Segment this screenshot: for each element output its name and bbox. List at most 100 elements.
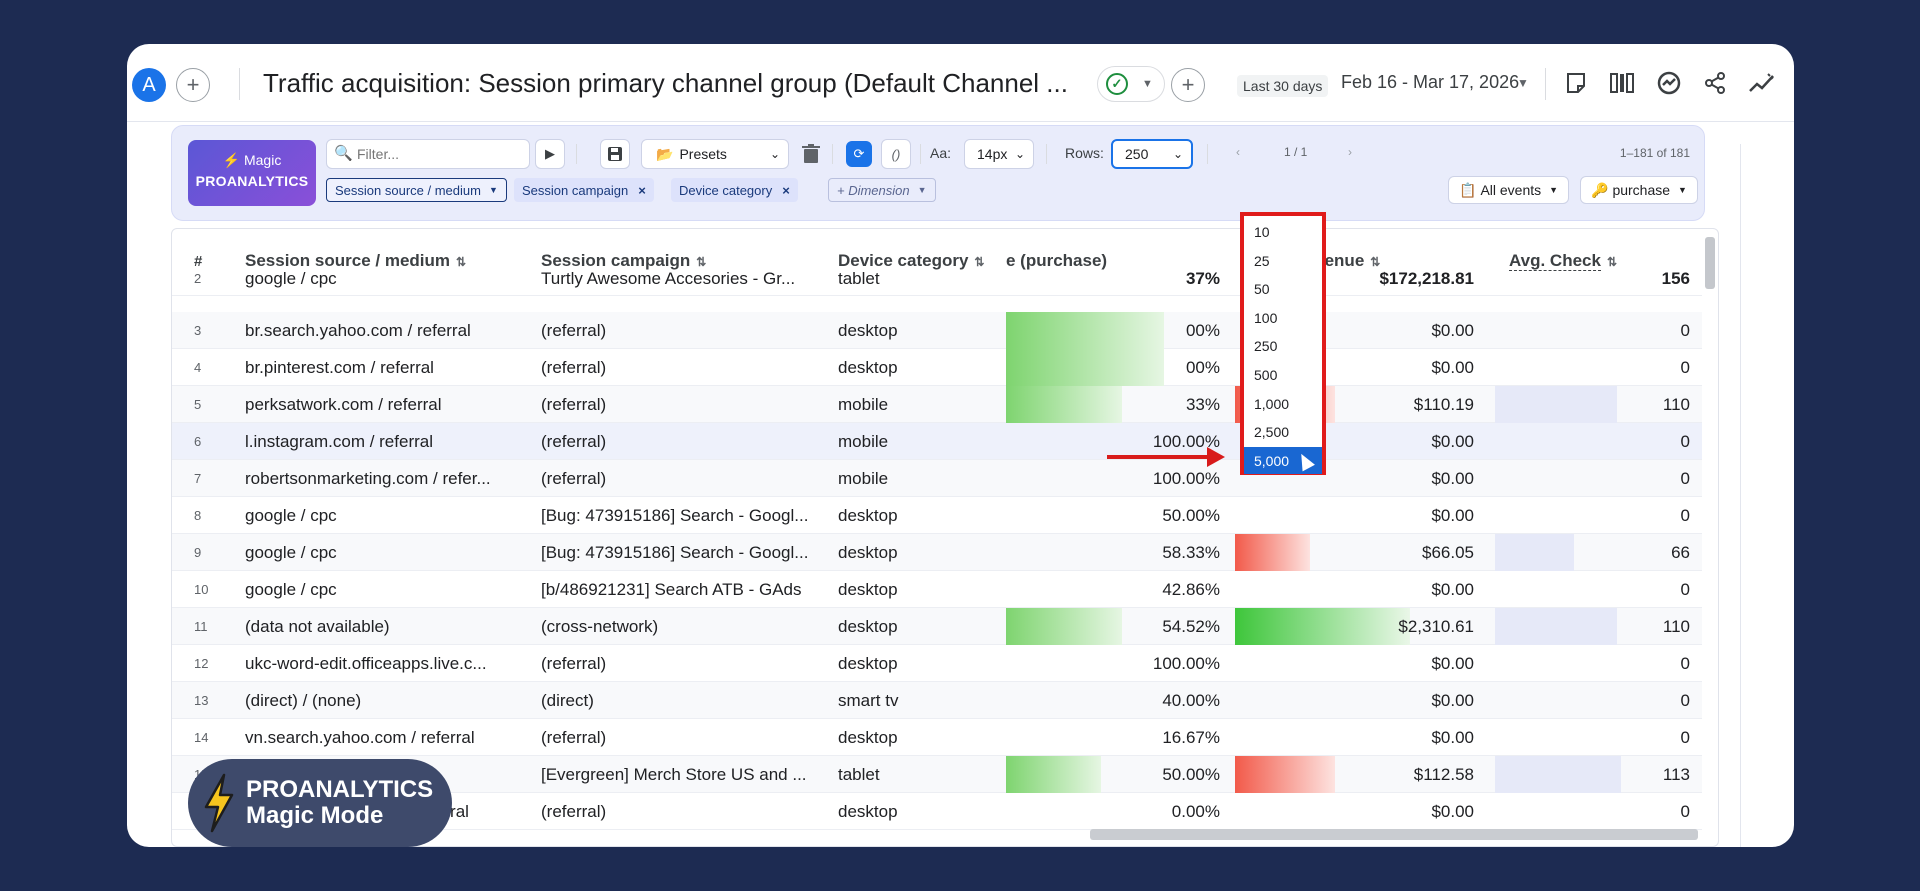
dimension-chip-campaign[interactable]: Session campaign × <box>514 178 654 202</box>
close-icon[interactable]: × <box>782 183 790 198</box>
rows-per-page-select[interactable]: 250 ⌄ <box>1111 139 1193 169</box>
cell-campaign: (referral) <box>541 395 607 414</box>
cell-device: desktop <box>838 506 898 525</box>
dimension-chip-source[interactable]: Session source / medium ▼ <box>326 178 507 202</box>
presets-label: Presets <box>679 146 727 162</box>
cell-avg-check: 110 <box>1662 395 1690 414</box>
rows-option[interactable]: 50 <box>1244 275 1322 302</box>
table-row[interactable]: 14 vn.search.yahoo.com / referral (referra… <box>172 719 1702 756</box>
cell-device: desktop <box>838 321 898 340</box>
table-row[interactable]: 10 google / cpc [b/486921231] Search ATB -… <box>172 571 1702 608</box>
insights-icon[interactable] <box>1654 68 1684 98</box>
data-table: # Session source / medium ⇅ Session campa… <box>171 228 1719 847</box>
cell-device: tablet <box>838 765 880 784</box>
cell-revenue: $112.58 <box>1413 765 1474 784</box>
rows-option[interactable]: 100 <box>1244 304 1322 331</box>
events-select[interactable]: 📋 All events ▼ <box>1448 176 1570 204</box>
close-icon[interactable]: × <box>638 183 646 198</box>
table-row[interactable]: 7 robertsonmarketing.com / refer... (refer… <box>172 460 1702 497</box>
presets-select[interactable]: 📂 Presets ⌄ <box>641 139 789 169</box>
cell-source: br.pinterest.com / referral <box>245 358 434 377</box>
cell-avg-check: 0 <box>1680 358 1690 377</box>
toolbar-divider <box>920 144 921 164</box>
cell-avg-check: 110 <box>1662 617 1690 636</box>
avg-check-bar <box>1495 534 1574 571</box>
row-index: 14 <box>194 730 209 745</box>
table-row[interactable]: 8 google / cpc [Bug: 473915186] Search - G… <box>172 497 1702 534</box>
compare-icon[interactable] <box>1607 68 1637 98</box>
table-row[interactable]: 12 ukc-word-edit.officeapps.live.c... (ref… <box>172 645 1702 682</box>
chevron-down-icon: ▼ <box>1142 78 1153 90</box>
rows-option[interactable]: 250 <box>1244 332 1322 359</box>
cell-campaign: (referral) <box>541 802 607 821</box>
table-row[interactable]: 9 google / cpc [Bug: 473915186] Search - G… <box>172 534 1702 571</box>
add-report-button[interactable]: + <box>176 68 210 102</box>
date-range-picker[interactable]: Feb 16 - Mar 17, 2026 <box>1341 72 1519 93</box>
row-index: 10 <box>194 582 209 597</box>
cell-source: robertsonmarketing.com / refer... <box>245 469 491 488</box>
save-icon[interactable] <box>600 139 630 169</box>
chevron-down-icon: ▼ <box>917 185 927 195</box>
trend-icon[interactable] <box>1747 68 1777 98</box>
table-row[interactable]: 3 br.search.yahoo.com / referral (referral… <box>172 312 1702 349</box>
cell-conversion-rate: 58.33% <box>1162 543 1220 562</box>
cell-conversion-rate: 50.00% <box>1162 506 1220 525</box>
cell-source: l.instagram.com / referral <box>245 432 433 451</box>
user-avatar[interactable]: A <box>132 68 166 102</box>
chevron-down-icon[interactable]: ▼ <box>1517 76 1529 90</box>
table-row[interactable]: 2 google / cpc Turtly Awesome Accesories -… <box>172 267 1702 296</box>
cell-campaign: (referral) <box>541 358 607 377</box>
cell-avg-check: 0 <box>1680 802 1690 821</box>
rows-option[interactable]: 1,000 <box>1244 390 1322 417</box>
regex-icon[interactable]: () <box>881 139 911 169</box>
cell-source: google / cpc <box>245 543 337 562</box>
badge-line-2: Magic Mode <box>246 802 384 829</box>
share-icon[interactable] <box>1700 68 1730 98</box>
horizontal-scrollbar[interactable] <box>1090 829 1698 840</box>
cell-conversion-rate: 0.00% <box>1171 802 1220 821</box>
cell-campaign: [Bug: 473915186] Search - Googl... <box>541 506 809 525</box>
report-status-dropdown[interactable]: ✓ ▼ <box>1097 66 1165 102</box>
cell-source: (data not available) <box>245 617 390 636</box>
cell-revenue: $0.00 <box>1431 654 1474 673</box>
cell-campaign: [b/486921231] Search ATB - GAds <box>541 580 802 599</box>
font-size-select[interactable]: 14px ⌄ <box>964 139 1034 169</box>
proanalytics-logo[interactable]: ⚡ Magic PROANALYTICS <box>188 140 316 206</box>
cell-source: ukc-word-edit.officeapps.live.c... <box>245 654 487 673</box>
toolbar-divider <box>1207 144 1208 164</box>
row-index: 2 <box>194 271 202 286</box>
chevron-down-icon: ▼ <box>488 185 498 195</box>
cell-conversion-rate: 100.00% <box>1152 432 1220 451</box>
vertical-scrollbar[interactable] <box>1705 237 1715 289</box>
cell-conversion-rate: 54.52% <box>1162 617 1220 636</box>
rows-option[interactable]: 10 <box>1244 218 1322 245</box>
play-button[interactable]: ▶ <box>535 139 565 169</box>
refresh-icon[interactable]: ⟳ <box>846 141 872 167</box>
cell-device: mobile <box>838 432 889 451</box>
table-row[interactable]: 11 (data not available) (cross-network) des… <box>172 608 1702 645</box>
key-icon: 🔑 <box>1591 181 1609 198</box>
add-dimension-button[interactable]: + Dimension ▼ <box>828 178 936 202</box>
rows-option[interactable]: 25 <box>1244 247 1322 274</box>
rows-option[interactable]: 500 <box>1244 361 1322 388</box>
notes-icon[interactable] <box>1561 68 1591 98</box>
cell-avg-check: 0 <box>1680 321 1690 340</box>
table-row[interactable]: 5 perksatwork.com / referral (referral) mob… <box>172 386 1702 423</box>
rows-option[interactable]: 2,500 <box>1244 418 1322 445</box>
table-row[interactable]: 6 l.instagram.com / referral (referral) mob… <box>172 423 1702 460</box>
conversion-event-select[interactable]: 🔑 purchase ▼ <box>1580 176 1698 204</box>
cell-source: vn.search.yahoo.com / referral <box>245 728 475 747</box>
table-row[interactable]: 4 br.pinterest.com / referral (referral) de… <box>172 349 1702 386</box>
table-row[interactable]: 13 (direct) / (none) (direct) smart tv 40.00… <box>172 682 1702 719</box>
filter-input[interactable] <box>326 139 530 169</box>
trash-icon[interactable] <box>796 139 826 169</box>
cell-revenue: $0.00 <box>1431 580 1474 599</box>
next-page-button[interactable]: › <box>1348 145 1352 159</box>
lightning-bolt-icon <box>204 773 234 833</box>
add-comparison-button[interactable]: + <box>1171 68 1205 102</box>
prev-page-button[interactable]: ‹ <box>1236 145 1240 159</box>
cell-device: desktop <box>838 802 898 821</box>
chip-label: Session campaign <box>522 182 629 198</box>
page-indicator: 1 / 1 <box>1284 145 1308 159</box>
dimension-chip-device[interactable]: Device category × <box>671 178 798 202</box>
